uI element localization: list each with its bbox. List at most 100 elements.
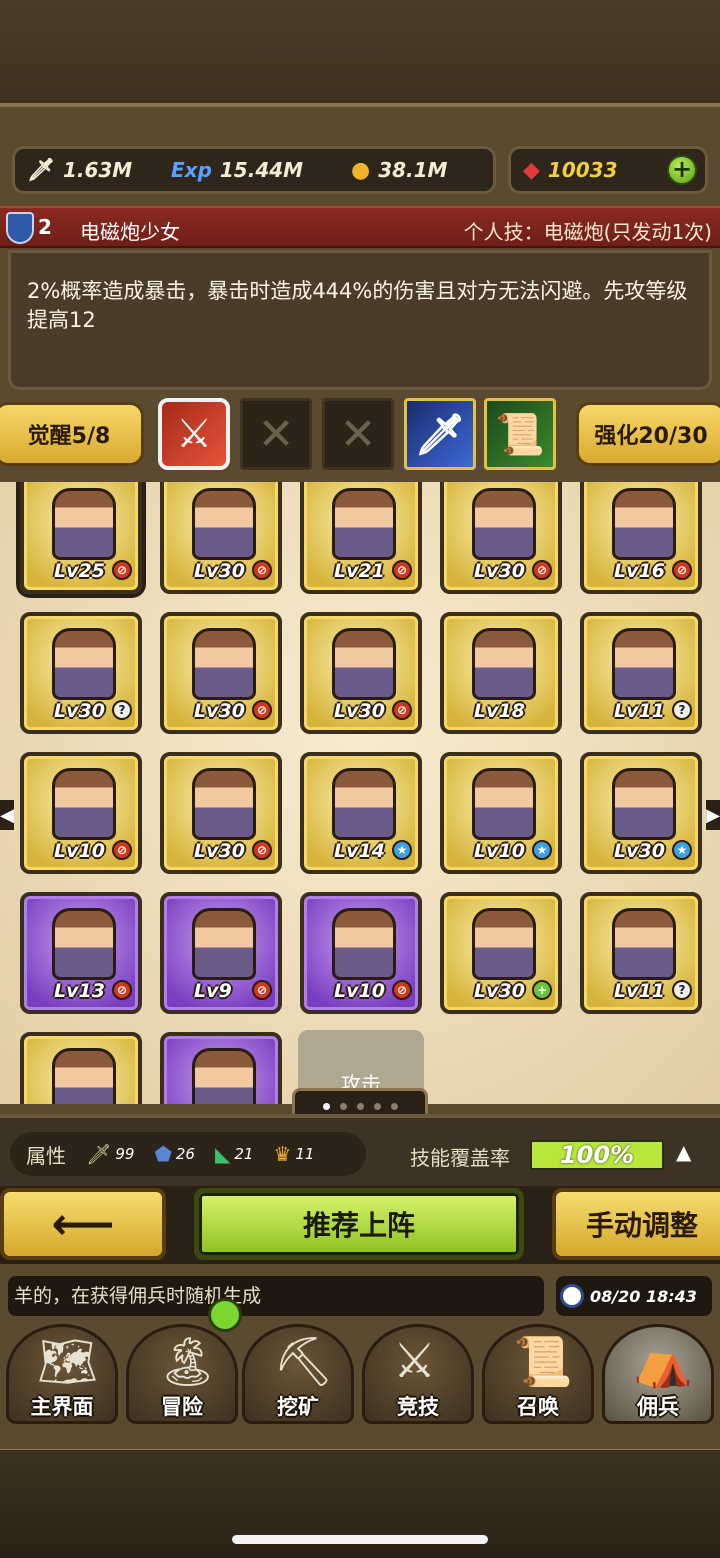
personal-skill: 个人技：电磁炮(只发动1次) — [463, 220, 712, 244]
skill-slot-2[interactable]: ✕ — [240, 398, 312, 470]
summon-scroll-icon: 📜 — [513, 1334, 573, 1390]
hero-card[interactable]: Lv21 ⊘ — [300, 482, 422, 594]
stat-crown: ♛ 11 — [273, 1142, 314, 1166]
hero-card[interactable]: Lv30 ⊘ — [160, 482, 282, 594]
stat-shield: ⬟ 26 — [154, 1142, 194, 1166]
hero-card[interactable] — [20, 1032, 142, 1104]
coin-icon: ● — [351, 157, 371, 183]
hero-portrait — [332, 488, 396, 560]
hero-portrait — [192, 768, 256, 840]
coin-value: 38.1M — [378, 158, 448, 182]
question-badge-icon: ? — [672, 980, 692, 1000]
sword-icon: 🗡 — [27, 157, 55, 183]
crossed-swords-icon: ⚔ — [393, 1333, 437, 1389]
next-page-arrow-icon[interactable]: ▶ — [706, 800, 720, 830]
back-arrow-icon: ⟵ — [51, 1198, 115, 1250]
hero-level: Lv30 — [474, 980, 525, 1002]
skill-description: 2%概率造成暴击，暴击时造成444%的伤害且对方无法闪避。先攻等级提高12 — [8, 250, 712, 390]
add-gem-button[interactable]: + — [667, 155, 697, 185]
nav-main[interactable]: 🗺 主界面 — [6, 1324, 118, 1424]
hero-card[interactable]: Lv30 ⊘ — [160, 752, 282, 874]
hero-card[interactable]: Lv30 ★ — [580, 752, 702, 874]
hero-card[interactable]: Lv10 ⊘ — [20, 752, 142, 874]
hero-portrait — [472, 768, 536, 840]
hero-level: Lv9 — [194, 980, 232, 1002]
hero-level: Lv11 — [614, 700, 665, 722]
hero-card[interactable]: Lv30? — [20, 612, 142, 734]
page-dot[interactable] — [356, 1102, 364, 1110]
hero-card[interactable]: Lv14 ★ — [300, 752, 422, 874]
nav-mercenary[interactable]: ⛺ 佣兵 — [602, 1324, 714, 1424]
fire-badge-icon: ⊘ — [392, 980, 412, 1000]
hero-card[interactable]: Lv11? — [580, 612, 702, 734]
hero-level: Lv25 — [54, 560, 105, 582]
hero-card[interactable]: Lv18 — [440, 612, 562, 734]
enhance-button[interactable]: 强化20/30 — [576, 402, 720, 466]
hero-portrait — [332, 628, 396, 700]
hero-card[interactable]: Lv9 ⊘ — [160, 892, 282, 1014]
hero-card[interactable]: Lv10 ★ — [440, 752, 562, 874]
hero-portrait — [192, 488, 256, 560]
home-indicator[interactable] — [232, 1535, 488, 1544]
clock-text: 08/20 18:43 — [590, 1286, 697, 1306]
hero-name: 电磁炮少女 — [80, 220, 180, 244]
gem-resource: ◆ 10033 — [523, 149, 618, 191]
hero-level: Lv11 — [614, 980, 665, 1002]
hero-card[interactable]: Lv11? — [580, 892, 702, 1014]
hero-card[interactable] — [160, 1032, 282, 1104]
nav-summon[interactable]: 📜 召唤 — [482, 1324, 594, 1424]
hero-card[interactable]: Lv30 ⊘ — [440, 482, 562, 594]
page-dot[interactable] — [373, 1102, 381, 1110]
hero-card[interactable]: Lv13 ⊘ — [20, 892, 142, 1014]
exp-icon: Exp — [171, 158, 212, 182]
star-badge-icon: ★ — [672, 840, 692, 860]
sword-stat-icon: 🗡 — [86, 1142, 112, 1166]
fire-badge-icon: ⊘ — [672, 560, 692, 580]
expand-caret-icon[interactable]: ▲ — [676, 1140, 691, 1164]
nav-arena[interactable]: ⚔ 竞技 — [362, 1324, 474, 1424]
hero-card[interactable]: Lv30 + — [440, 892, 562, 1014]
hero-level: Lv30 — [54, 700, 105, 722]
hero-level: Lv13 — [54, 980, 105, 1002]
awaken-button[interactable]: 觉醒5/8 — [0, 402, 144, 466]
empty-slot-x-icon: ✕ — [257, 408, 295, 460]
prev-page-arrow-icon[interactable]: ◀ — [0, 800, 14, 830]
recommend-label: 推荐上阵 — [302, 1209, 415, 1242]
gem-icon: ◆ — [523, 157, 540, 183]
page-dot[interactable] — [322, 1102, 330, 1110]
clock: 08/20 18:43 — [556, 1276, 712, 1316]
skill-slot-4[interactable]: 🗡 — [404, 398, 476, 470]
stat-value: 11 — [295, 1145, 315, 1163]
hero-card[interactable]: Lv10 ⊘ — [300, 892, 422, 1014]
coverage-label: 技能覆盖率 — [410, 1146, 510, 1170]
coverage-bar: 100% — [530, 1140, 664, 1170]
hero-rank: 2 — [38, 215, 52, 239]
hero-portrait — [332, 908, 396, 980]
skill-slot-3[interactable]: ✕ — [322, 398, 394, 470]
skill-slot-1[interactable]: ⚔ — [158, 398, 230, 470]
hero-portrait — [472, 488, 536, 560]
empty-slot-x-icon: ✕ — [339, 408, 377, 460]
nav-label: 挖矿 — [277, 1395, 319, 1419]
hero-level: Lv14 — [334, 840, 385, 862]
page-dot[interactable] — [339, 1102, 347, 1110]
hero-card[interactable]: Lv25 ⊘ — [20, 482, 142, 594]
coin-resource: ● 38.1M — [351, 149, 447, 191]
hero-card[interactable]: Lv30 ⊘ — [160, 612, 282, 734]
back-button[interactable]: ⟵ — [0, 1188, 166, 1260]
hero-portrait — [612, 488, 676, 560]
hero-portrait — [52, 908, 116, 980]
hero-portrait — [52, 488, 116, 560]
star-badge-icon: ★ — [532, 840, 552, 860]
action-row: ⟵ 推荐上阵 手动调整 — [0, 1186, 720, 1264]
nav-adventure[interactable]: 🏝 冒险 — [126, 1324, 238, 1424]
hero-card[interactable]: Lv30 ⊘ — [300, 612, 422, 734]
page-dot[interactable] — [390, 1102, 398, 1110]
skill-slot-5[interactable]: 📜 — [484, 398, 556, 470]
recommend-button[interactable]: 推荐上阵 — [194, 1188, 524, 1260]
fire-badge-icon: ⊘ — [112, 560, 132, 580]
manual-adjust-button[interactable]: 手动调整 — [552, 1188, 720, 1260]
blue-sword-skill-icon: 🗡 — [414, 411, 466, 458]
nav-mining[interactable]: ⛏ 挖矿 — [242, 1324, 354, 1424]
hero-card[interactable]: Lv16 ⊘ — [580, 482, 702, 594]
